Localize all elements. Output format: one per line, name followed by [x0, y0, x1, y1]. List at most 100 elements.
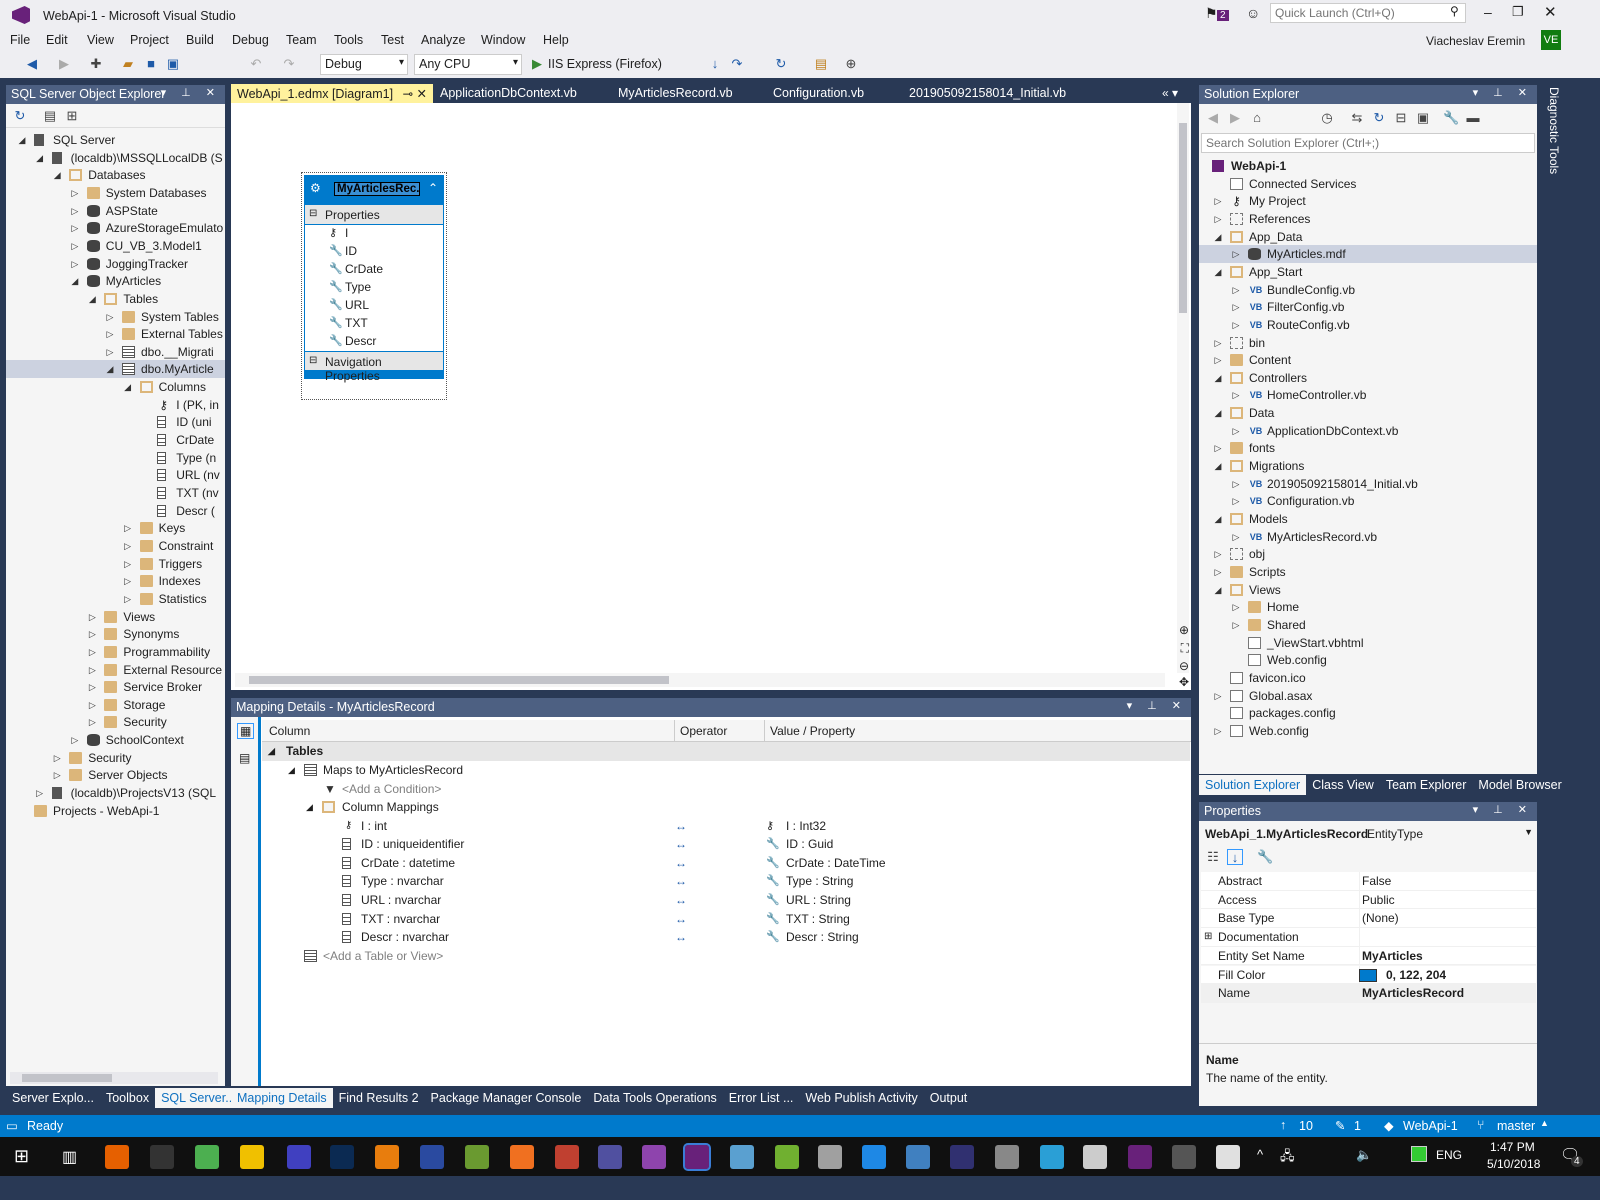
- panel-tab[interactable]: Find Results 2: [333, 1088, 425, 1108]
- tree-item[interactable]: ◢ Databases: [6, 166, 225, 184]
- panel-controls[interactable]: ▾ ⊥ ✕: [1127, 699, 1187, 712]
- tree-item[interactable]: ◢ dbo.MyArticle: [6, 360, 225, 379]
- collapsed-arrow-icon[interactable]: ▷: [69, 202, 81, 220]
- clock-date[interactable]: 5/10/2018: [1487, 1157, 1540, 1171]
- tables-group-row[interactable]: ◢ Tables: [262, 742, 1190, 761]
- tree-item[interactable]: ◢ Controllers: [1199, 369, 1537, 387]
- tab-configuration[interactable]: Configuration.vb: [767, 84, 870, 103]
- new-project-icon[interactable]: ✚: [88, 56, 104, 72]
- horizontal-scrollbar[interactable]: [235, 673, 1165, 687]
- expanded-arrow-icon[interactable]: ◢: [1212, 510, 1224, 528]
- panel-tab[interactable]: Error List ...: [723, 1088, 800, 1108]
- tree-item[interactable]: ▷ References: [1199, 210, 1537, 228]
- entity-name[interactable]: MyArticlesRec...: [334, 182, 420, 196]
- tab-initial-migration[interactable]: 201905092158014_Initial.vb: [903, 84, 1072, 103]
- sync-icon[interactable]: ⇆: [1349, 110, 1365, 126]
- tree-item[interactable]: packages.config: [1199, 704, 1537, 722]
- tree-item[interactable]: ▷ Programmability: [6, 643, 225, 661]
- tree-item[interactable]: ▷ VB HomeController.vb: [1199, 386, 1537, 404]
- taskbar-app-icon[interactable]: [330, 1145, 354, 1169]
- entity-property[interactable]: 🔧 Type: [304, 279, 444, 297]
- property-value[interactable]: TXT : String: [786, 910, 850, 928]
- tree-item[interactable]: ID (uni: [6, 413, 225, 431]
- tab-edmx-diagram[interactable]: WebApi_1.edmx [Diagram1] ⊸ ✕: [231, 84, 433, 103]
- tree-item[interactable]: ▷ obj: [1199, 545, 1537, 563]
- collapsed-arrow-icon[interactable]: ▷: [1212, 192, 1224, 210]
- collapsed-arrow-icon[interactable]: ▷: [86, 661, 98, 679]
- tree-item[interactable]: ▷ Storage: [6, 696, 225, 714]
- expanded-arrow-icon[interactable]: ◢: [104, 360, 116, 378]
- tree-item[interactable]: ▷ Constraint: [6, 537, 225, 555]
- menu-tools[interactable]: Tools: [334, 33, 363, 47]
- taskbar-app-icon[interactable]: [375, 1145, 399, 1169]
- tree-item[interactable]: ▷ Home: [1199, 598, 1537, 616]
- tab-my-articles-record[interactable]: MyArticlesRecord.vb: [612, 84, 739, 103]
- tree-item[interactable]: ◢ App_Data: [1199, 228, 1537, 246]
- property-value[interactable]: Type : String: [786, 872, 853, 890]
- tree-item[interactable]: ◢ MyArticles: [6, 272, 225, 290]
- tree-item[interactable]: Descr (: [6, 502, 225, 520]
- collapsed-arrow-icon[interactable]: ▷: [86, 643, 98, 661]
- property-row[interactable]: Base Type (None): [1201, 909, 1536, 929]
- tree-item[interactable]: URL (nv: [6, 466, 225, 484]
- alphabetical-icon[interactable]: ↓: [1227, 849, 1243, 865]
- collapsed-arrow-icon[interactable]: ▷: [51, 749, 63, 767]
- maps-to-row[interactable]: ◢ Maps to MyArticlesRecord: [262, 761, 1190, 780]
- unpushed-commits-count[interactable]: 10: [1299, 1119, 1313, 1133]
- pan-icon[interactable]: ✥: [1179, 675, 1189, 689]
- tree-item[interactable]: TXT (nv: [6, 484, 225, 502]
- add-condition-label[interactable]: <Add a Condition>: [342, 780, 441, 798]
- taskbar-app-icon[interactable]: [555, 1145, 579, 1169]
- tree-item[interactable]: ◢ SQL Server: [6, 131, 225, 149]
- tab-overflow-icon[interactable]: « ▾: [1162, 86, 1178, 100]
- tree-item[interactable]: ▷ MyArticles.mdf: [1199, 245, 1537, 264]
- solution-search-input[interactable]: [1201, 133, 1535, 153]
- vertical-scrollbar[interactable]: [1177, 103, 1189, 673]
- expanded-arrow-icon[interactable]: ◢: [1212, 263, 1224, 281]
- expanded-arrow-icon[interactable]: ◢: [1212, 369, 1224, 387]
- task-view-icon[interactable]: ▥: [62, 1147, 77, 1167]
- collapse-icon[interactable]: ⊟: [309, 355, 317, 366]
- panel-tab[interactable]: Server Explo...: [6, 1088, 100, 1108]
- panel-tab[interactable]: SQL Server...: [155, 1088, 242, 1108]
- taskbar-app-icon[interactable]: [950, 1145, 974, 1169]
- taskbar-app-icon[interactable]: [420, 1145, 444, 1169]
- panel-tab[interactable]: Class View: [1306, 775, 1380, 795]
- restore-button[interactable]: ❐: [1512, 4, 1524, 20]
- undo-icon[interactable]: ↶: [248, 56, 264, 72]
- entity-shape-myarticlesrecord[interactable]: ⚙ MyArticlesRec... ⌃ ⊟ Properties ⚷ I 🔧 ID 🔧 C…: [301, 172, 447, 400]
- collapsed-arrow-icon[interactable]: ▷: [1230, 281, 1242, 299]
- collapsed-arrow-icon[interactable]: ▷: [86, 678, 98, 696]
- collapsed-arrow-icon[interactable]: ▷: [69, 219, 81, 237]
- menu-build[interactable]: Build: [186, 33, 214, 47]
- tree-item[interactable]: CrDate: [6, 431, 225, 449]
- map-to-functions-icon[interactable]: ▤: [239, 751, 250, 765]
- input-language[interactable]: ENG: [1436, 1148, 1462, 1162]
- property-row[interactable]: Abstract False: [1201, 872, 1536, 891]
- entity-property[interactable]: 🔧 ID: [304, 243, 444, 261]
- collapsed-arrow-icon[interactable]: ▷: [51, 766, 63, 784]
- property-row[interactable]: ⊞ Documentation: [1201, 928, 1536, 947]
- windows-start-icon[interactable]: ⊞: [14, 1146, 29, 1167]
- property-value[interactable]: False: [1359, 872, 1391, 890]
- zoom-fit-icon[interactable]: ⛶: [1181, 641, 1189, 656]
- tree-item[interactable]: ◢ (localdb)\MSSQLLocalDB (S: [6, 149, 225, 167]
- user-avatar[interactable]: VE: [1541, 30, 1561, 50]
- panel-tab[interactable]: Output: [924, 1088, 974, 1108]
- menu-analyze[interactable]: Analyze: [421, 33, 465, 47]
- taskbar-app-icon[interactable]: [995, 1145, 1019, 1169]
- panel-tab[interactable]: Toolbox: [100, 1088, 155, 1108]
- add-table-row[interactable]: <Add a Table or View>: [262, 947, 1190, 966]
- column-name[interactable]: URL : nvarchar: [361, 891, 441, 909]
- collapsed-arrow-icon[interactable]: ▷: [1230, 422, 1242, 440]
- tree-item[interactable]: ▷ ASPState: [6, 202, 225, 220]
- step-over-icon[interactable]: ↷: [729, 56, 745, 72]
- forward-icon[interactable]: ▶: [1227, 110, 1243, 126]
- collapsed-arrow-icon[interactable]: ▷: [1212, 334, 1224, 352]
- expanded-arrow-icon[interactable]: ◢: [1212, 457, 1224, 475]
- tree-item[interactable]: ▷ VB 201905092158014_Initial.vb: [1199, 475, 1537, 493]
- entity-property[interactable]: ⚷ I: [304, 225, 444, 243]
- panel-controls[interactable]: ▾ ⊥ ✕: [1473, 86, 1533, 99]
- collapsed-arrow-icon[interactable]: ▷: [122, 572, 134, 590]
- forward-icon[interactable]: ▶: [56, 56, 72, 72]
